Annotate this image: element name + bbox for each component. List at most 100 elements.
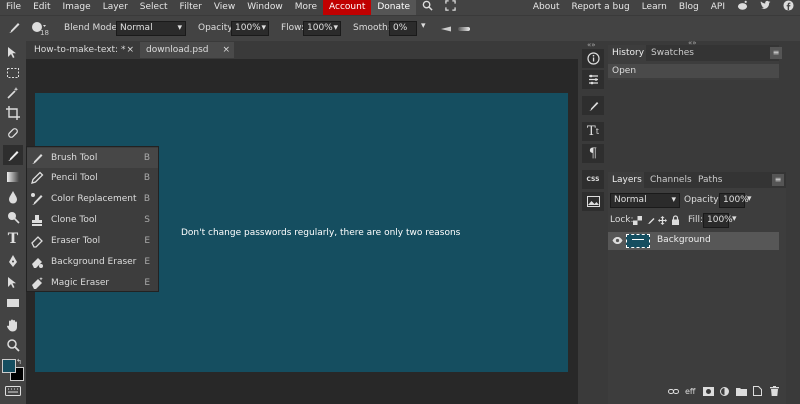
collapse-arrows-icon[interactable]: «»: [587, 41, 596, 49]
smooth-input[interactable]: 0%: [389, 21, 417, 36]
zoom-tool-icon[interactable]: [3, 335, 23, 355]
swap-colors-icon[interactable]: ↰: [16, 358, 22, 366]
menu-blog[interactable]: Blog: [673, 0, 705, 15]
layer-effects-icon[interactable]: eff: [685, 387, 695, 396]
tab-layers[interactable]: Layers: [608, 172, 644, 188]
properties-icon[interactable]: [582, 70, 604, 89]
flyout-color-replacement[interactable]: Color Replacement B: [27, 189, 158, 209]
dodge-tool-icon[interactable]: [3, 207, 23, 227]
flyout-background-eraser[interactable]: Background Eraser E: [27, 252, 158, 272]
blend-mode-select[interactable]: Normal ▾: [116, 21, 186, 36]
blur-tool-icon[interactable]: [3, 187, 23, 207]
menu-filter[interactable]: Filter: [174, 0, 208, 15]
keyboard-icon[interactable]: [3, 381, 23, 401]
flyout-pencil-tool[interactable]: Pencil Tool B: [27, 168, 158, 188]
donate-button[interactable]: Donate: [371, 0, 417, 15]
move-tool-icon[interactable]: [3, 43, 23, 63]
lock-position-icon[interactable]: [658, 216, 667, 228]
hand-tool-icon[interactable]: [3, 315, 23, 335]
marquee-tool-icon[interactable]: [3, 63, 23, 83]
layer-opacity-input[interactable]: 100%: [719, 193, 749, 208]
pen-tool-icon[interactable]: [3, 251, 23, 271]
menu-window[interactable]: Window: [241, 0, 289, 15]
crop-tool-icon[interactable]: [3, 103, 23, 123]
shape-tool-icon[interactable]: [3, 293, 23, 313]
pressure-opacity-icon[interactable]: [458, 25, 470, 35]
menu-select[interactable]: Select: [134, 0, 174, 15]
flyout-eraser-tool[interactable]: Eraser Tool E: [27, 231, 158, 251]
reddit-icon[interactable]: [731, 0, 754, 15]
tab-history[interactable]: History: [608, 45, 646, 61]
chevron-down-icon[interactable]: ▾: [421, 21, 426, 31]
menu-view[interactable]: View: [208, 0, 241, 15]
tab-channels[interactable]: Channels: [646, 172, 692, 188]
smooth-label: Smooth:: [353, 23, 391, 33]
background-eraser-icon: [30, 255, 44, 269]
menu-file[interactable]: File: [0, 0, 27, 15]
doc-tab-download-psd[interactable]: download.psd ×: [140, 42, 234, 58]
magic-wand-tool-icon[interactable]: [3, 83, 23, 103]
close-icon[interactable]: ×: [222, 42, 230, 58]
layers-menu-icon[interactable]: ≡: [772, 174, 784, 186]
fill-input[interactable]: 100%: [703, 213, 733, 228]
chevron-down-icon[interactable]: ▾: [747, 194, 752, 204]
new-folder-icon[interactable]: [736, 387, 747, 399]
lock-pixels-icon[interactable]: [646, 216, 655, 228]
brush-tool-icon[interactable]: [6, 21, 22, 38]
foreground-color-swatch[interactable]: [2, 359, 16, 373]
layers-tabbar: Layers Channels Paths: [608, 172, 786, 188]
link-layers-icon[interactable]: [668, 387, 679, 399]
menu-api[interactable]: API: [705, 0, 731, 15]
search-icon[interactable]: [416, 0, 439, 15]
flow-input[interactable]: 100% ▾: [303, 21, 341, 36]
layer-blend-select[interactable]: Normal ▾: [610, 193, 680, 208]
facebook-icon[interactable]: [777, 0, 800, 15]
menu-report-bug[interactable]: Report a bug: [565, 0, 635, 15]
brush-icon: [30, 151, 44, 165]
menu-edit[interactable]: Edit: [27, 0, 56, 15]
paragraph-panel-icon[interactable]: ¶: [582, 144, 604, 163]
text-tool-icon[interactable]: T: [3, 229, 23, 249]
gradient-tool-icon[interactable]: [3, 167, 23, 187]
flyout-magic-eraser[interactable]: Magic Eraser E: [27, 273, 158, 293]
fullscreen-icon[interactable]: [439, 0, 462, 15]
history-item[interactable]: Open: [608, 64, 779, 78]
lock-all-icon[interactable]: [671, 215, 680, 228]
brush-tool-icon[interactable]: [3, 145, 23, 165]
chevron-down-icon: ▾: [671, 195, 676, 205]
image-panel-icon[interactable]: [582, 192, 604, 211]
brush-preset-picker[interactable]: 18: [30, 20, 49, 39]
history-menu-icon[interactable]: ≡: [770, 47, 782, 59]
flyout-brush-tool[interactable]: Brush Tool B: [27, 148, 158, 168]
magic-eraser-icon: [30, 276, 44, 290]
eye-icon[interactable]: [612, 236, 623, 248]
menu-learn[interactable]: Learn: [636, 0, 673, 15]
tab-swatches[interactable]: Swatches: [647, 45, 699, 61]
brush-panel-icon[interactable]: [582, 96, 604, 115]
new-layer-icon[interactable]: [753, 386, 762, 399]
path-select-tool-icon[interactable]: [3, 273, 23, 293]
menu-image[interactable]: Image: [57, 0, 97, 15]
css-panel-icon[interactable]: CSS: [582, 170, 604, 189]
tab-paths[interactable]: Paths: [694, 172, 726, 188]
flyout-clone-tool[interactable]: Clone Tool S: [27, 210, 158, 230]
menu-about[interactable]: About: [527, 0, 566, 15]
menu-more[interactable]: More: [289, 0, 323, 15]
pressure-size-icon[interactable]: [441, 25, 453, 35]
opacity-input[interactable]: 100% ▾: [231, 21, 269, 36]
twitter-icon[interactable]: [754, 0, 777, 15]
delete-layer-icon[interactable]: [770, 386, 779, 399]
healing-tool-icon[interactable]: [3, 123, 23, 143]
layer-mask-icon[interactable]: [703, 387, 714, 399]
account-button[interactable]: Account: [323, 0, 372, 15]
fill-label: Fill:: [688, 215, 704, 225]
adjustment-layer-icon[interactable]: [720, 387, 729, 399]
close-icon[interactable]: ×: [126, 42, 134, 58]
info-icon[interactable]: [582, 49, 604, 68]
lock-transparency-icon[interactable]: [633, 216, 642, 228]
layer-row-background[interactable]: Background: [608, 232, 779, 250]
chevron-down-icon[interactable]: ▾: [732, 214, 737, 224]
menu-layer[interactable]: Layer: [97, 0, 134, 15]
character-panel-icon[interactable]: Tt: [582, 122, 604, 141]
doc-tab-how-to-make-text[interactable]: How-to-make-text: * ×: [28, 42, 138, 58]
